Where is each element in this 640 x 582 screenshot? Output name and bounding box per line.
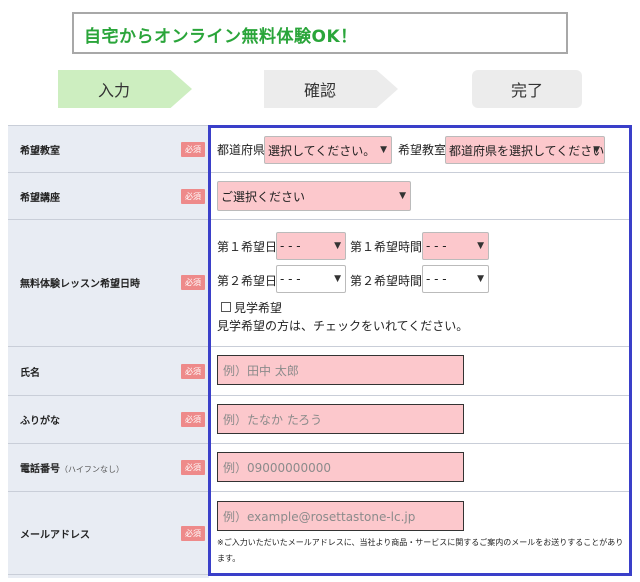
required-badge: 必須 [181,460,205,475]
required-badge: 必須 [181,275,205,290]
required-badge: 必須 [181,526,205,541]
required-badge: 必須 [181,189,205,204]
course-label: 希望講座 [20,193,60,204]
step-complete-label: 完了 [510,81,543,100]
lesson-label: 無料体験レッスン希望日時 [20,279,140,290]
promo-banner: 自宅からオンライン無料体験OK！ [72,12,568,54]
required-badge: 必須 [181,142,205,157]
application-form: 希望教室 必須 都道府県 選択してください。 ▼ 希望教室 都道府県を選択してく… [8,125,632,578]
step-input-label: 入力 [97,81,130,100]
name-label: 氏名 [20,368,40,379]
promo-banner-text: 自宅からオンライン無料体験OK！ [84,27,358,47]
email-label: メールアドレス [20,530,90,541]
phone-label-sub: （ハイフンなし） [60,465,124,474]
step-input: 入力 [58,70,192,108]
required-badge: 必須 [181,412,205,427]
step-complete: 完了 [472,70,582,108]
step-confirm-label: 確認 [303,81,336,100]
kana-label: ふりがな [20,416,60,427]
required-badge: 必須 [181,364,205,379]
step-confirm: 確認 [264,70,398,108]
phone-label-text: 電話番号 [20,464,60,475]
phone-label: 電話番号（ハイフンなし） [20,460,124,475]
fields-highlight-frame [208,125,632,576]
classroom-label: 希望教室 [20,146,60,157]
